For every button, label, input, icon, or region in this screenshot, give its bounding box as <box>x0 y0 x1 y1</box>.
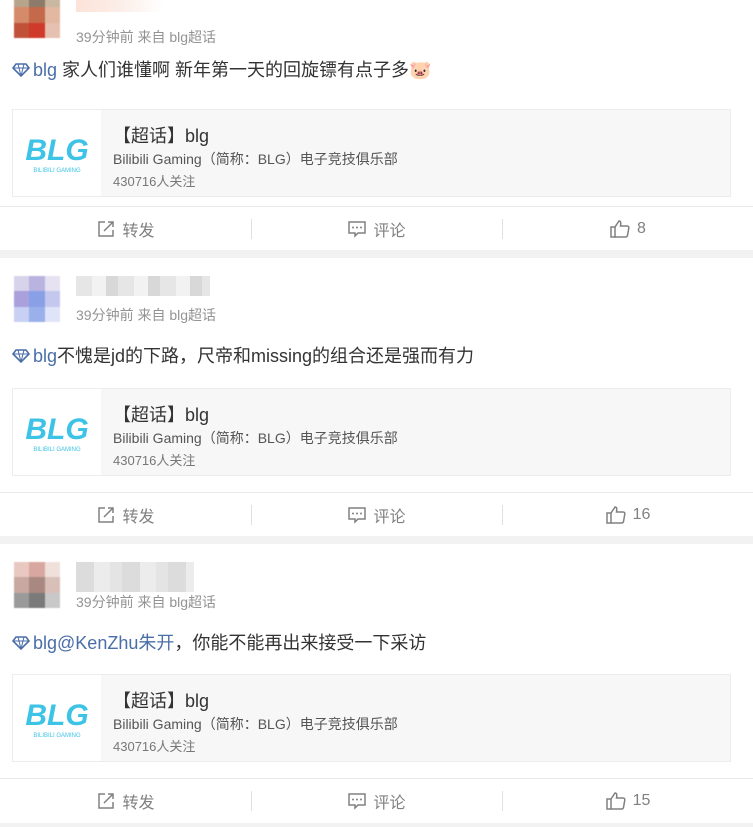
super-topic-gem-icon <box>12 63 30 78</box>
like-icon <box>610 220 630 238</box>
post-content: blg@KenZhu朱开，你能不能再出来接受一下采访 <box>12 631 426 655</box>
card-followers: 430716人关注 <box>113 739 196 754</box>
repost-button[interactable]: 转发 <box>0 493 251 537</box>
logo-text: BLG <box>25 413 88 446</box>
username-blurred[interactable] <box>76 0 164 12</box>
repost-icon <box>98 221 115 237</box>
like-icon <box>605 506 626 524</box>
card-title: 【超话】blg <box>113 691 210 711</box>
logo-text: BLG <box>25 699 88 732</box>
card-subtitle: Bilibili Gaming（简称：BLG）电子竞技俱乐部 <box>113 151 398 167</box>
post-text: 不愧是jd的下路，尺帝和missing的组合还是强而有力 <box>57 346 475 366</box>
repost-label: 转发 <box>122 509 155 526</box>
super-topic-link[interactable]: blg <box>33 346 57 366</box>
topic-card[interactable]: BLG BILIBILI GAMING 【超话】blg Bilibili Gami… <box>12 674 731 762</box>
post-card: 39分钟前 来自 blg超话 blg 家人们谁懂啊 新年第一天的回旋镖有点子多🐷… <box>0 0 753 250</box>
like-icon <box>605 792 626 810</box>
card-title: 【超话】blg <box>113 126 210 146</box>
card-followers: 430716人关注 <box>113 174 196 189</box>
like-count: 8 <box>637 220 646 237</box>
super-topic-link[interactable]: blg <box>33 60 57 80</box>
logo-text: BLG <box>25 134 88 167</box>
topic-card[interactable]: BLG BILIBILI GAMING 【超话】blg Bilibili Gami… <box>12 388 731 476</box>
comment-icon <box>348 793 367 810</box>
repost-icon <box>98 507 115 523</box>
repost-button[interactable]: 转发 <box>0 779 251 823</box>
comment-button[interactable]: 评论 <box>251 493 502 537</box>
post-meta: 39分钟前 来自 blg超话 <box>76 29 217 45</box>
post-content: blg不愧是jd的下路，尺帝和missing的组合还是强而有力 <box>12 344 474 368</box>
logo-subtext: BILIBILI GAMING <box>33 733 81 739</box>
card-title: 【超话】blg <box>113 405 210 425</box>
avatar[interactable] <box>14 562 60 608</box>
post-meta: 39分钟前 来自 blg超话 <box>76 594 217 610</box>
card-followers: 430716人关注 <box>113 453 196 468</box>
post-content: blg 家人们谁懂啊 新年第一天的回旋镖有点子多🐷 <box>12 58 431 82</box>
blg-logo: BLG BILIBILI GAMING <box>13 110 101 196</box>
blg-logo: BLG BILIBILI GAMING <box>13 389 101 475</box>
comment-label: 评论 <box>373 223 406 240</box>
logo-subtext: BILIBILI GAMING <box>33 447 81 453</box>
like-count: 16 <box>632 506 651 523</box>
repost-label: 转发 <box>122 795 155 812</box>
topic-card[interactable]: BLG BILIBILI GAMING 【超话】blg Bilibili Gami… <box>12 109 731 197</box>
post-text: 家人们谁懂啊 新年第一天的回旋镖有点子多🐷 <box>57 60 432 80</box>
username-blurred[interactable] <box>76 276 210 296</box>
like-button[interactable]: 8 <box>502 207 753 251</box>
post-card: 39分钟前 来自 blg超话 blg@KenZhu朱开，你能不能再出来接受一下采… <box>0 544 753 823</box>
comment-button[interactable]: 评论 <box>251 207 502 251</box>
post-meta: 39分钟前 来自 blg超话 <box>76 307 217 323</box>
post-text: ，你能不能再出来接受一下采访 <box>174 633 427 653</box>
super-topic-link[interactable]: blg <box>33 633 57 653</box>
repost-label: 转发 <box>122 223 155 240</box>
super-topic-gem-icon <box>12 349 30 364</box>
repost-button[interactable]: 转发 <box>0 207 251 251</box>
action-bar: 转发 评论 15 <box>0 778 753 823</box>
like-count: 15 <box>632 792 651 809</box>
comment-icon <box>348 507 367 524</box>
comment-button[interactable]: 评论 <box>251 779 502 823</box>
username-blurred[interactable] <box>76 562 194 592</box>
comment-label: 评论 <box>373 795 406 812</box>
blg-logo: BLG BILIBILI GAMING <box>13 675 101 761</box>
mention-link[interactable]: @KenZhu朱开 <box>57 633 174 653</box>
card-subtitle: Bilibili Gaming（简称：BLG）电子竞技俱乐部 <box>113 430 398 446</box>
action-bar: 转发 评论 16 <box>0 492 753 537</box>
comment-icon <box>348 221 367 238</box>
post-card: 39分钟前 来自 blg超话 blg不愧是jd的下路，尺帝和missing的组合… <box>0 258 753 536</box>
action-bar: 转发 评论 8 <box>0 206 753 251</box>
card-subtitle: Bilibili Gaming（简称：BLG）电子竞技俱乐部 <box>113 716 398 732</box>
logo-subtext: BILIBILI GAMING <box>33 168 81 174</box>
repost-icon <box>98 793 115 809</box>
like-button[interactable]: 15 <box>502 779 753 823</box>
avatar[interactable] <box>14 276 60 322</box>
weibo-feed: 39分钟前 来自 blg超话 blg 家人们谁懂啊 新年第一天的回旋镖有点子多🐷… <box>0 0 753 823</box>
like-button[interactable]: 16 <box>502 493 753 537</box>
avatar[interactable] <box>14 0 60 38</box>
super-topic-gem-icon <box>12 636 30 651</box>
comment-label: 评论 <box>373 509 406 526</box>
